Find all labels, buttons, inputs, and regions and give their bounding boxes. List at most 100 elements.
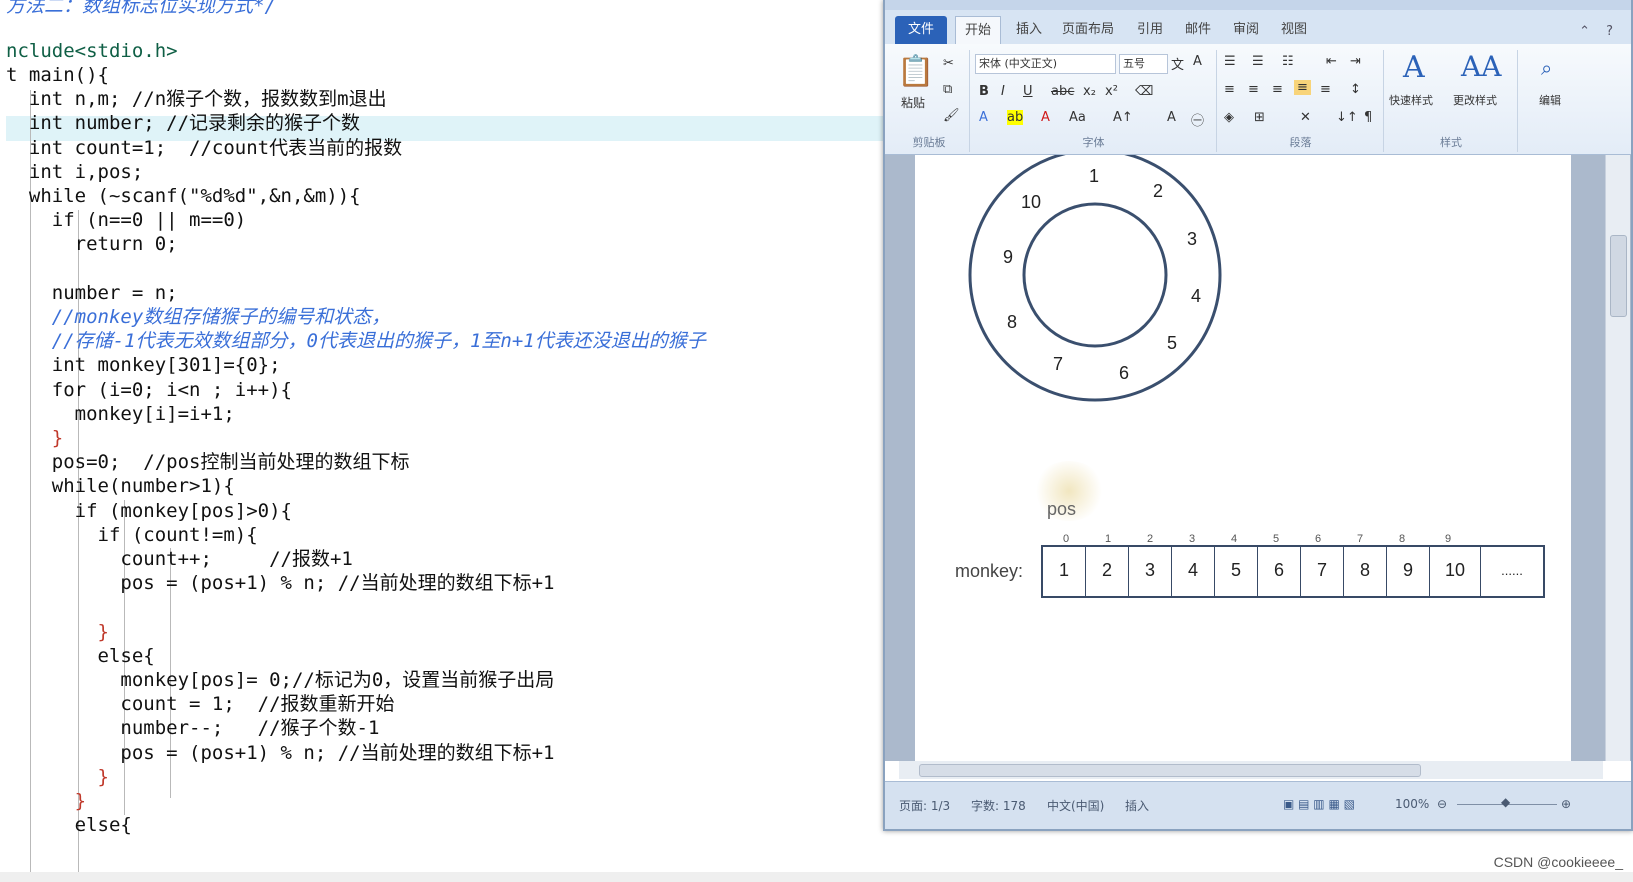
dial-number: 3 [1187, 229, 1197, 249]
font-group: 宋体 (中文正文) 五号 文 A B I U abc x₂ x² ⌫ A ab … [971, 50, 1217, 152]
font-color-icon[interactable]: A [1041, 110, 1050, 125]
code-line: else{ [6, 645, 155, 667]
tab-mailings[interactable]: 邮件 [1178, 16, 1218, 44]
tab-review[interactable]: 审阅 [1226, 16, 1266, 44]
array-index: 2 [1147, 533, 1154, 545]
status-words[interactable]: 字数: 178 [971, 797, 1026, 814]
copy-icon[interactable]: ⧉ [943, 82, 952, 97]
distributed-icon[interactable]: ≡ [1320, 82, 1331, 97]
code-line: //存储-1代表无效数组部分，0代表退出的猴子，1至n+1代表还没退出的猴子 [6, 330, 706, 352]
dial-number: 5 [1167, 333, 1177, 353]
underline-icon[interactable]: U [1023, 84, 1033, 99]
array-cell: 1 [1043, 547, 1086, 596]
code-line: int number; //记录剩余的猴子个数 [6, 112, 361, 134]
line-spacing-icon[interactable]: ↕ [1350, 82, 1361, 97]
phonetic-icon[interactable]: 文 [1171, 54, 1184, 73]
array-cell-ellipsis: ...... [1501, 563, 1523, 578]
code-line: number = n; [6, 282, 178, 304]
font-size-select[interactable]: 五号 [1119, 54, 1168, 74]
strikethrough-icon[interactable]: abc [1051, 84, 1074, 99]
dial-number: 4 [1191, 286, 1201, 306]
tab-page-layout[interactable]: 页面布局 [1053, 16, 1123, 44]
tab-file[interactable]: 文件 [895, 16, 947, 44]
document-page[interactable]: 1 2 3 4 5 6 7 8 9 10 pos 0 1 2 3 4 5 6 7… [915, 155, 1571, 761]
code-line: 方法二：数组标志位实现方式*/ [6, 0, 276, 17]
vertical-scrollbar[interactable] [1605, 155, 1630, 761]
char-shading-icon[interactable]: A [1167, 110, 1176, 125]
shading-icon[interactable]: ◈ [1224, 110, 1234, 125]
help-icon[interactable]: ⌃ ? [1579, 24, 1619, 39]
align-center-icon[interactable]: ≡ [1248, 82, 1259, 97]
grow-font-icon[interactable]: A↑ [1113, 110, 1133, 125]
find-icon[interactable]: ⌕ [1541, 56, 1552, 80]
group-label-paragraph: 段落 [1289, 136, 1312, 149]
view-buttons-icon[interactable]: ▣ ▤ ▥ ▦ ▧ [1283, 797, 1355, 811]
monkey-circle-diagram: 1 2 3 4 5 6 7 8 9 10 [968, 155, 1222, 402]
vertical-scroll-thumb[interactable] [1610, 235, 1627, 317]
horizontal-scrollbar[interactable] [899, 761, 1603, 779]
subscript-icon[interactable]: x₂ [1083, 84, 1096, 99]
enclose-char-icon[interactable]: ㊀ [1191, 110, 1204, 129]
char-border-icon[interactable]: A [1193, 54, 1202, 69]
word-window: 文件 开始 插入 页面布局 引用 邮件 审阅 视图 ⌃ ? 📋 粘贴 ✂ ⧉ 🖌… [883, 0, 1633, 831]
bullets-icon[interactable]: ☰ [1224, 54, 1236, 69]
justify-icon[interactable]: ≡ [1294, 80, 1311, 95]
inner-ring [1022, 202, 1168, 348]
monkey-array: 1 2 3 4 5 6 7 8 9 10 ...... [1041, 545, 1545, 598]
change-style-icon[interactable]: AA [1461, 50, 1501, 83]
italic-icon[interactable]: I [1001, 84, 1005, 99]
cut-icon[interactable]: ✂ [943, 56, 954, 71]
increase-indent-icon[interactable]: ⇥ [1350, 54, 1361, 69]
align-right-icon[interactable]: ≡ [1272, 82, 1283, 97]
zoom-slider-thumb[interactable]: ◆ [1501, 795, 1510, 809]
zoom-level[interactable]: 100% [1395, 797, 1429, 811]
numbering-icon[interactable]: ☰ [1252, 54, 1264, 69]
change-case-icon[interactable]: Aa [1069, 110, 1086, 125]
code-line: int n,m; //n猴子个数，报数数到m退出 [6, 88, 387, 110]
text-effect-icon[interactable]: A [979, 110, 988, 125]
editing-group: ⌕ 编辑 [1519, 50, 1589, 152]
paste-icon[interactable]: 📋 [897, 54, 934, 89]
code-editor[interactable]: 方法二：数组标志位实现方式*/ nclude<stdio.h> t main()… [0, 0, 890, 876]
zoom-in-icon[interactable]: ⊕ [1561, 797, 1571, 811]
dial-number: 8 [1007, 312, 1017, 332]
tab-references[interactable]: 引用 [1130, 16, 1170, 44]
sort-icon[interactable]: ↓↑ [1336, 110, 1358, 125]
horizontal-scroll-thumb[interactable] [919, 764, 1421, 777]
array-index: 5 [1273, 533, 1280, 545]
tab-view[interactable]: 视图 [1274, 16, 1314, 44]
multilevel-list-icon[interactable]: ☷ [1282, 54, 1294, 69]
status-language[interactable]: 中文(中国) [1047, 797, 1104, 814]
code-line: monkey[pos]= 0;//标记为0，设置当前猴子出局 [6, 669, 555, 691]
tab-home[interactable]: 开始 [955, 16, 1001, 45]
borders-icon[interactable]: ⊞ [1254, 110, 1265, 125]
code-line: //monkey数组存储猴子的编号和状态， [6, 306, 391, 328]
code-line: } [6, 790, 87, 812]
array-cell: 2 [1086, 547, 1129, 596]
zoom-out-icon[interactable]: ⊖ [1437, 797, 1447, 811]
code-line: int count=1; //count代表当前的报数 [6, 137, 403, 159]
bold-icon[interactable]: B [979, 84, 989, 99]
show-marks-icon[interactable]: ¶ [1364, 110, 1372, 125]
array-index: 0 [1063, 533, 1070, 545]
paragraph-group: ☰ ☰ ☷ ⇤ ⇥ ≡ ≡ ≡ ≡ ≡ ↕ ◈ ⊞ ✕ ↓↑ ¶ 段落 [1218, 50, 1384, 152]
superscript-icon[interactable]: x² [1105, 84, 1118, 99]
highlight-icon[interactable]: ab [1007, 110, 1024, 125]
format-painter-icon[interactable]: 🖌 [943, 108, 960, 123]
code-line: while (~scanf("%d%d",&n,&m)){ [6, 185, 361, 207]
tab-insert[interactable]: 插入 [1009, 16, 1049, 44]
code-line: count = 1; //报数重新开始 [6, 693, 395, 715]
font-name-select[interactable]: 宋体 (中文正文) [975, 54, 1116, 74]
quick-style-label: 快速样式 [1389, 94, 1433, 107]
quick-style-icon[interactable]: A [1403, 50, 1425, 85]
code-line: pos=0; //pos控制当前处理的数组下标 [6, 451, 410, 473]
array-cell: 4 [1172, 547, 1215, 596]
status-page[interactable]: 页面: 1/3 [899, 797, 950, 814]
align-left-icon[interactable]: ≡ [1224, 82, 1235, 97]
chinese-layout-icon[interactable]: ✕ [1300, 110, 1311, 125]
array-cell: 3 [1129, 547, 1172, 596]
decrease-indent-icon[interactable]: ⇤ [1326, 54, 1337, 69]
status-mode[interactable]: 插入 [1125, 797, 1149, 814]
clear-format-icon[interactable]: ⌫ [1135, 84, 1153, 99]
array-index: 1 [1105, 533, 1112, 545]
